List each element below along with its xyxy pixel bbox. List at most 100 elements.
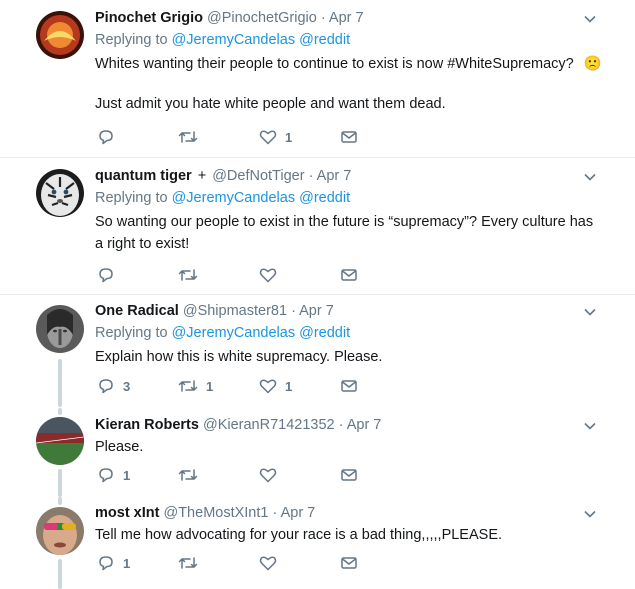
retweet-button[interactable] [178,554,259,572]
reply-count: 1 [123,467,131,483]
timestamp[interactable]: Apr 7 [329,10,364,26]
replying-to-link[interactable]: @JeremyCandelas @reddit [172,190,351,206]
retweet-button[interactable]: 1 [178,377,259,395]
display-name[interactable]: Kieran Roberts [95,417,199,433]
tweet-header: most xInt @TheMostXInt1 · Apr 7 [95,503,615,523]
heart-icon [259,268,277,283]
replying-to-link[interactable]: @JeremyCandelas @reddit [172,325,351,341]
replying-to-link[interactable]: @JeremyCandelas @reddit [172,32,351,48]
separator-dot: · [320,10,326,26]
tweet[interactable]: One Radical @Shipmaster81 · Apr 7 Replyi… [0,295,635,408]
tweet[interactable]: quantum tiger + @DefNotTiger · Apr 7 Rep… [0,158,635,295]
chevron-down-icon[interactable] [583,170,597,184]
chevron-down-icon[interactable] [583,507,597,521]
like-button[interactable]: 1 [259,377,340,395]
replying-label: Replying to [95,325,168,341]
separator-dot: · [291,303,296,319]
direct-message-icon [341,380,357,392]
user-handle[interactable]: @PinochetGrigio [207,10,317,26]
tweet-actions [97,266,421,284]
replying-to: Replying to @JeremyCandelas @reddit [95,30,615,50]
retweet-button[interactable] [178,128,259,146]
tweet-actions: 1 [97,554,421,572]
tweet-text: Please. [95,439,144,455]
retweet-icon [178,557,198,569]
chevron-down-icon[interactable] [583,12,597,26]
user-handle[interactable]: @TheMostXInt1 [163,505,268,521]
replying-label: Replying to [95,190,168,206]
chevron-down-icon[interactable] [583,419,597,433]
user-handle[interactable]: @DefNotTiger [212,168,304,184]
reply-icon [99,379,113,394]
reply-count: 1 [123,555,131,571]
reply-button[interactable] [97,128,178,146]
avatar[interactable] [36,305,84,353]
tweet[interactable]: most xInt @TheMostXInt1 · Apr 7 Tell me … [0,497,635,589]
timestamp[interactable]: Apr 7 [347,417,382,433]
user-handle[interactable]: @KieranR71421352 [203,417,335,433]
heart-icon [259,556,277,571]
separator-dot: · [272,505,278,521]
emoji: 🙁 [583,56,602,72]
like-count: 1 [285,129,293,145]
direct-message-icon [341,131,357,143]
retweet-button[interactable] [178,266,259,284]
reply-count: 3 [123,378,131,394]
display-name[interactable]: Pinochet Grigio [95,10,203,26]
replying-to: Replying to @JeremyCandelas @reddit [95,323,615,343]
tweet-header: Pinochet Grigio @PinochetGrigio · Apr 7 [95,8,615,28]
reply-button[interactable]: 3 [97,377,178,395]
retweet-icon [178,131,198,143]
like-button[interactable] [259,266,340,284]
direct-message-button[interactable] [340,266,421,284]
retweet-icon [178,469,198,481]
thread-line [58,469,62,497]
avatar[interactable] [36,417,84,465]
display-name[interactable]: quantum tiger [95,168,192,184]
tweet-text: Tell me how advocating for your race is … [95,527,503,543]
avatar[interactable] [36,11,84,59]
direct-message-button[interactable] [340,466,421,484]
timestamp[interactable]: Apr 7 [299,303,334,319]
avatar[interactable] [36,507,84,555]
tweet[interactable]: Kieran Roberts @KieranR71421352 · Apr 7 … [0,408,635,497]
display-name[interactable]: most xInt [95,505,159,521]
reply-icon [99,556,113,571]
reply-button[interactable] [97,266,178,284]
direct-message-button[interactable] [340,554,421,572]
thread-line [58,359,62,407]
cross-icon: + [197,168,207,184]
heart-icon [259,468,277,483]
like-button[interactable] [259,554,340,572]
reply-icon [99,268,113,283]
reply-icon [99,468,113,483]
separator-dot: · [308,168,314,184]
retweet-button[interactable] [178,466,259,484]
tweet[interactable]: Pinochet Grigio @PinochetGrigio · Apr 7 … [0,0,635,158]
timestamp[interactable]: Apr 7 [317,168,352,184]
display-name[interactable]: One Radical [95,303,179,319]
direct-message-button[interactable] [340,377,421,395]
avatar[interactable] [36,169,84,217]
chevron-down-icon[interactable] [583,305,597,319]
tweet-header: One Radical @Shipmaster81 · Apr 7 [95,301,615,321]
tweet-text: Whites wanting their people to continue … [95,53,615,75]
direct-message-icon [341,269,357,281]
thread-line [58,497,62,505]
like-button[interactable]: 1 [259,128,340,146]
tweet-text: Explain how this is white supremacy. Ple… [95,349,383,365]
direct-message-icon [341,557,357,569]
like-count: 1 [285,378,293,394]
direct-message-button[interactable] [340,128,421,146]
reply-button[interactable]: 1 [97,466,178,484]
like-button[interactable] [259,466,340,484]
timestamp[interactable]: Apr 7 [281,505,316,521]
retweet-count: 1 [206,378,214,394]
user-handle[interactable]: @Shipmaster81 [183,303,287,319]
tweet-actions: 1 [97,466,421,484]
tweet-header: quantum tiger + @DefNotTiger · Apr 7 [95,166,615,186]
tweet-actions: 1 [97,128,421,146]
thread-line [58,408,62,415]
reply-button[interactable]: 1 [97,554,178,572]
retweet-icon [178,269,198,281]
